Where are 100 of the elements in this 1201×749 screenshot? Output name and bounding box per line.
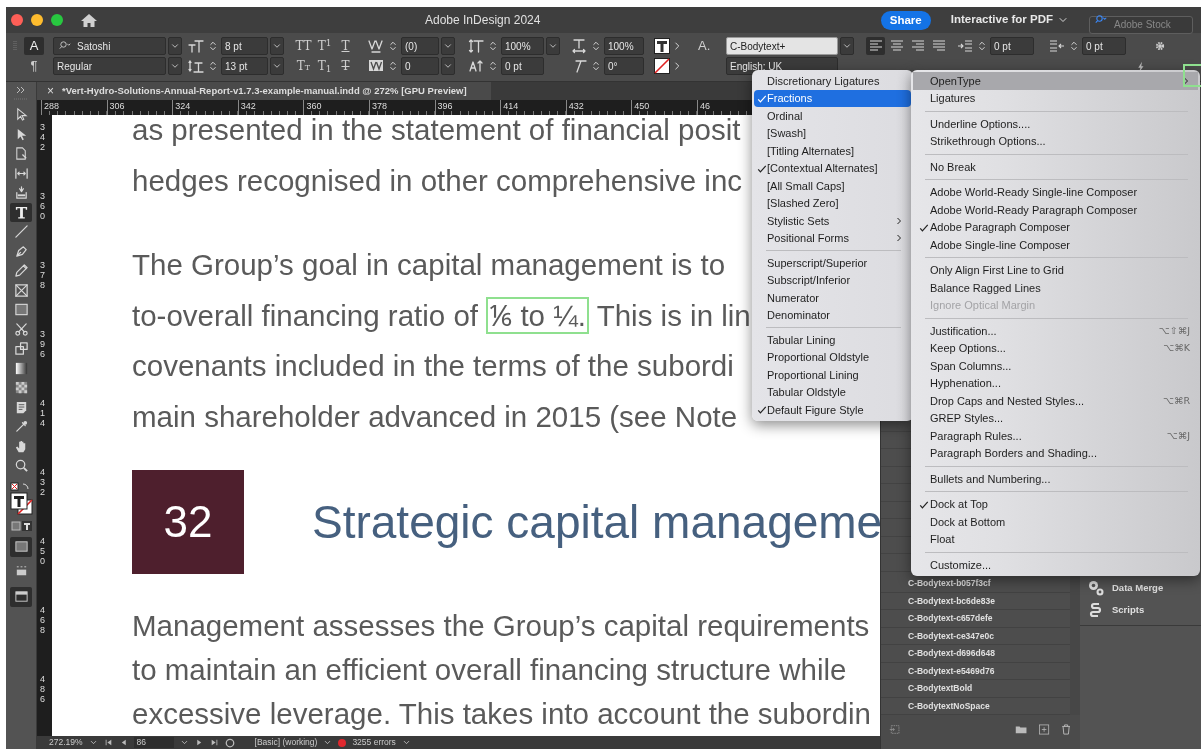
menu-item[interactable]: Discretionary Ligatures [754, 72, 911, 90]
menu-item[interactable]: Subscript/Inferior [754, 271, 911, 289]
shortcut-text: ⌥⌘R [1162, 393, 1190, 408]
menu-item[interactable]: Dock at Bottom [913, 513, 1198, 531]
ruler-number: 450 [631, 100, 697, 115]
data-merge-panel-tab[interactable]: Data Merge [1080, 577, 1201, 599]
baseline-shift-field[interactable]: 0 pt [501, 57, 544, 75]
menu-item[interactable]: Strikethrough Options... [913, 132, 1198, 150]
kerning-field[interactable]: (0) [401, 37, 439, 55]
menu-item[interactable]: [Swash] [754, 124, 911, 142]
zoom-level[interactable]: 272.19% [49, 736, 83, 749]
share-button[interactable]: Share [880, 10, 931, 30]
close-tab-button[interactable]: × [47, 85, 54, 97]
menu-item[interactable]: Adobe World-Ready Paragraph Composer [913, 201, 1198, 219]
menu-item[interactable]: OpenType [913, 72, 1198, 90]
menu-item[interactable]: [Slashed Zero] [754, 194, 911, 212]
scripts-panel-tab[interactable]: Scripts [1080, 599, 1201, 621]
body-text: covenants included in the terms of the subordi [132, 348, 734, 384]
shortcut-text: ⌥⌘K [1163, 341, 1190, 356]
style-list-item[interactable]: C-Bodytext-b057f3cf [881, 575, 1070, 593]
character-style-field[interactable]: C-Bodytext+ [726, 37, 838, 55]
menu-item[interactable]: Adobe Single-line Composer [913, 236, 1198, 254]
menu-item[interactable]: Proportional Oldstyle [754, 348, 911, 366]
menu-item[interactable]: Only Align First Line to Grid [913, 261, 1198, 279]
body-text: to maintain an efficient overall financing structure while [132, 652, 847, 688]
vertical-scale-field[interactable]: 100% [501, 37, 544, 55]
menu-item[interactable]: Positional Forms [754, 229, 911, 247]
ruler-number: 432 [39, 468, 46, 499]
menu-item[interactable]: Proportional Lining [754, 366, 911, 384]
menu-item[interactable]: Balance Ragged Lines [913, 279, 1198, 297]
selected-text: ⅙ to ¼. [486, 296, 589, 334]
menu-item[interactable]: Drop Caps and Nested Styles... ⌥⌘R [913, 392, 1198, 410]
section-number: 32 [132, 470, 244, 574]
style-list-item[interactable]: C-Bodytext-d696d648 [881, 645, 1070, 663]
text-style-button[interactable]: T [336, 58, 355, 74]
ruler-number: 378 [368, 100, 435, 115]
ruler-number: 360 [303, 100, 369, 115]
menu-item[interactable]: Keep Options... ⌥⌘K [913, 339, 1198, 357]
menu-item[interactable]: Ligatures [913, 89, 1198, 107]
text-style-button[interactable]: T$_{1}$ [315, 58, 334, 74]
ruler-number: 414 [500, 100, 566, 115]
menu-item[interactable]: Tabular Lining [754, 331, 911, 349]
menu-item[interactable]: Customize... [913, 556, 1198, 574]
menu-item[interactable]: Denominator [754, 306, 911, 324]
character-mode-button[interactable]: A [24, 37, 44, 55]
panel-label: Data Merge [1112, 580, 1164, 595]
menu-item[interactable]: Paragraph Borders and Shading... [913, 444, 1198, 462]
menu-item[interactable]: Hyphenation... [913, 374, 1198, 392]
font-family-field[interactable]: Satoshi [53, 37, 166, 55]
body-text: hedges recognised in other comprehensive inc [132, 162, 743, 199]
text-style-button[interactable]: Tt [294, 58, 313, 74]
menu-item[interactable]: Adobe Paragraph Composer [913, 218, 1198, 236]
text-style-button[interactable]: T$^{1}$ [315, 38, 334, 54]
tracking-field[interactable]: 0 [401, 57, 439, 75]
skew-field[interactable]: 0° [604, 57, 644, 75]
character-style-label: A. [698, 37, 712, 56]
menu-item[interactable]: Bullets and Numbering... [913, 470, 1198, 488]
body-text: as presented in the statement of financial posit [132, 115, 741, 148]
shortcut-text: ⌥⌘J [1166, 428, 1190, 443]
menu-item[interactable]: Superscript/Superior [754, 254, 911, 272]
body-text: main shareholder advanced in 2015 (see Note [132, 398, 738, 435]
workspace-dropdown[interactable]: Interactive for PDF [946, 11, 1073, 29]
menu-item[interactable]: [Contextual Alternates] [754, 159, 911, 177]
leading-field[interactable]: 13 pt [221, 57, 268, 75]
menu-item[interactable]: No Break [913, 158, 1198, 176]
font-style-field[interactable]: Regular [53, 57, 166, 75]
menu-item[interactable]: [All Small Caps] [754, 177, 911, 195]
menu-item[interactable]: [Titling Alternates] [754, 142, 911, 160]
panel-label: Scripts [1112, 602, 1145, 617]
preflight-profile[interactable]: [Basic] (working) [254, 736, 318, 749]
search-field[interactable]: Adobe Stock [1089, 15, 1193, 34]
text-style-button[interactable]: T [336, 38, 355, 54]
menu-item[interactable]: Numerator [754, 289, 911, 307]
menu-item[interactable]: Fractions [754, 89, 911, 107]
left-indent-field[interactable]: 0 pt [990, 37, 1034, 55]
style-list-item[interactable]: C-Bodytext-c657defe [881, 610, 1070, 628]
text-style-button[interactable]: TT [294, 38, 313, 54]
document-title: *Vert-Hydro-Solutions-Annual-Report-v1.7.3-example-manual.indd @ 272% [GPU Preview] [62, 83, 467, 98]
menu-item[interactable]: Adobe World-Ready Single-line Composer [913, 183, 1198, 201]
horizontal-scale-field[interactable]: 100% [604, 37, 644, 55]
document-tab[interactable]: × *Vert-Hydro-Solutions-Annual-Report-v1.7.3-example-manual.indd @ 272% [GPU Preview] [37, 82, 491, 100]
menu-item[interactable]: Tabular Oldstyle [754, 383, 911, 401]
menu-item[interactable]: GREP Styles... [913, 409, 1198, 427]
error-count[interactable]: 3255 errors [352, 736, 396, 749]
ruler-number: 414 [39, 399, 46, 430]
right-indent-field[interactable]: 0 pt [1082, 37, 1126, 55]
menu-item[interactable]: Paragraph Rules... ⌥⌘J [913, 427, 1198, 445]
font-size-field[interactable]: 8 pt [221, 37, 268, 55]
menu-item[interactable]: Default Figure Style [754, 401, 911, 419]
menu-item[interactable]: Underline Options.... [913, 115, 1198, 133]
paragraph-mode-button[interactable]: ¶ [24, 57, 44, 75]
menu-item[interactable]: Float [913, 530, 1198, 548]
page-number-field[interactable]: 86 [133, 737, 174, 748]
menu-item[interactable]: Span Columns... [913, 357, 1198, 375]
menu-item[interactable]: Justification... ⌥⇧⌘J [913, 322, 1198, 340]
menu-item[interactable]: Dock at Top [913, 495, 1198, 513]
menu-item[interactable]: Stylistic Sets [754, 212, 911, 230]
style-list-item[interactable]: C-BodytextBold [881, 680, 1070, 698]
window-title: Adobe InDesign 2024 [425, 12, 541, 29]
ruler-number: 342 [39, 123, 46, 154]
